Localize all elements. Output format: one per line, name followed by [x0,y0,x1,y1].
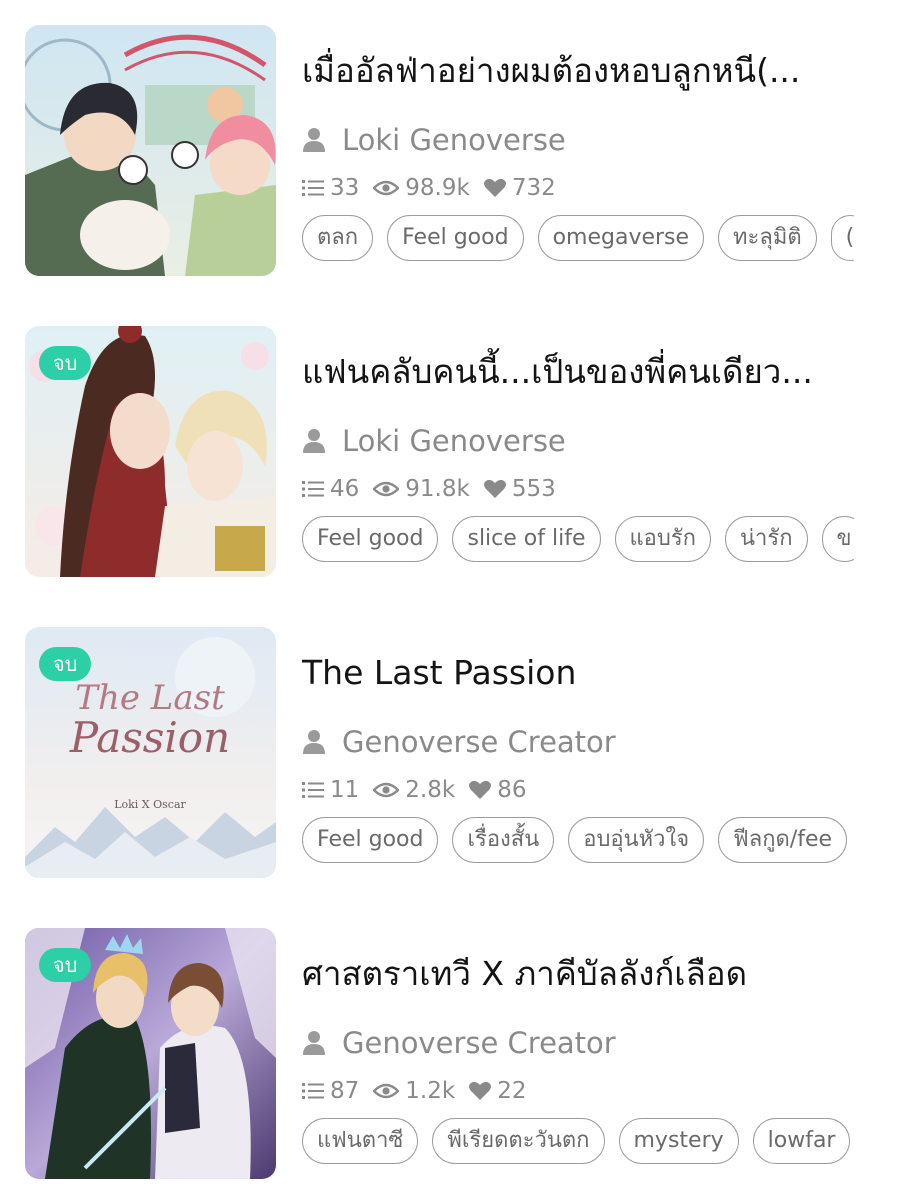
author-name: Loki Genoverse [342,123,566,157]
story-author[interactable]: Loki Genoverse [302,424,566,458]
tag-chip[interactable]: ตลก [302,215,374,261]
chapter-count-value: 46 [330,476,360,502]
tag-chip[interactable]: Feel good [302,817,439,863]
cover-title-line1: The Last [75,678,225,718]
view-count-value: 91.8k [405,476,470,502]
chapter-count-value: 11 [330,777,360,803]
story-stats: 11 2.8k 86 [302,775,540,805]
chapter-count-value: 87 [330,1078,360,1104]
tag-chip[interactable]: พีเรียดตะวันตก [432,1118,605,1164]
cover-subtitle: Loki X Oscar [114,798,186,811]
cover-title-line2: Passion [69,713,230,762]
like-count-value: 553 [511,476,556,502]
story-cover[interactable]: จบ [25,928,276,1179]
story-info: เมื่ออัลฟ่าอย่างผมต้องหอบลูกหนี(... Loki… [302,25,854,285]
chapter-count-value: 33 [330,175,360,201]
story-card[interactable]: เมื่ออัลฟ่าอย่างผมต้องหอบลูกหนี(... Loki… [0,25,904,285]
tag-chip[interactable]: lowfar [752,1118,851,1164]
heart-icon [469,1081,492,1100]
story-list: เมื่ออัลฟ่าอย่างผมต้องหอบลูกหนี(... Loki… [0,0,904,1199]
eye-icon [373,782,400,798]
tag-chip[interactable]: slice of life [452,516,601,562]
tag-chip[interactable]: แอบรัก [614,516,711,562]
eye-icon [373,1083,400,1099]
list-icon [302,481,324,497]
chapter-count: 87 [302,1078,359,1104]
completed-badge: จบ [39,948,92,982]
like-count: 86 [469,777,526,803]
chapter-count: 46 [302,476,359,502]
list-icon [302,782,324,798]
completed-badge: จบ [39,346,92,380]
story-stats: 46 91.8k 553 [302,474,570,504]
tag-chip[interactable]: ฟีลกูด/fee [718,817,848,863]
cover-illustration [25,25,276,276]
story-title[interactable]: The Last Passion [302,649,854,697]
tag-chip[interactable]: ข [821,516,854,562]
chapter-count: 33 [302,175,359,201]
like-count: 553 [483,476,556,502]
story-cover[interactable] [25,25,276,276]
tag-list: Feel good slice of life แอบรัก น่ารัก ข [302,516,854,564]
view-count-value: 98.9k [405,175,470,201]
tag-chip[interactable]: ( [830,215,854,261]
story-info: แฟนคลับคนนี้...เป็นของพี่คนเดียว... Loki… [302,326,854,586]
author-name: Genoverse Creator [342,725,616,759]
story-author[interactable]: Loki Genoverse [302,123,566,157]
person-icon [303,429,325,453]
tag-chip[interactable]: เรื่องสั้น [452,817,555,863]
view-count: 1.2k [373,1078,455,1104]
story-author[interactable]: Genoverse Creator [302,1026,616,1060]
list-icon [302,180,324,196]
story-title[interactable]: ศาสตราเทวี X ภาคีบัลลังก์เลือด [302,950,854,998]
tag-list: แฟนตาซี พีเรียดตะวันตก mystery lowfar [302,1118,854,1166]
list-icon [302,1083,324,1099]
tag-chip[interactable]: อบอุ่นหัวใจ [568,817,705,863]
view-count: 91.8k [373,476,470,502]
story-cover[interactable]: จบ [25,326,276,577]
tag-chip[interactable]: แฟนตาซี [302,1118,419,1164]
like-count-value: 22 [497,1078,527,1104]
tag-chip[interactable]: น่ารัก [725,516,808,562]
story-info: The Last Passion Genoverse Creator 11 2.… [302,627,854,887]
completed-badge: จบ [39,647,92,681]
person-icon [303,1031,325,1055]
chapter-count: 11 [302,777,359,803]
tag-chip[interactable]: Feel good [302,516,439,562]
view-count-value: 2.8k [405,777,456,803]
story-title[interactable]: เมื่ออัลฟ่าอย่างผมต้องหอบลูกหนี(... [302,47,854,95]
eye-icon [373,481,400,497]
tag-chip[interactable]: Feel good [387,215,524,261]
like-count-value: 86 [497,777,527,803]
story-title[interactable]: แฟนคลับคนนี้...เป็นของพี่คนเดียว... [302,348,854,396]
like-count-value: 732 [511,175,556,201]
story-info: ศาสตราเทวี X ภาคีบัลลังก์เลือด Genoverse… [302,928,854,1188]
story-cover[interactable]: The Last Passion Loki X Oscar จบ [25,627,276,878]
person-icon [303,730,325,754]
heart-icon [483,178,506,197]
view-count: 98.9k [373,175,470,201]
heart-icon [469,780,492,799]
story-author[interactable]: Genoverse Creator [302,725,616,759]
story-stats: 87 1.2k 22 [302,1076,540,1106]
eye-icon [373,180,400,196]
tag-chip[interactable]: ทะลุมิติ [718,215,817,261]
like-count: 732 [483,175,556,201]
heart-icon [483,479,506,498]
like-count: 22 [469,1078,526,1104]
author-name: Genoverse Creator [342,1026,616,1060]
tag-list: ตลก Feel good omegaverse ทะลุมิติ ( [302,215,854,263]
view-count-value: 1.2k [405,1078,456,1104]
person-icon [303,128,325,152]
story-card[interactable]: The Last Passion Loki X Oscar จบ The Las… [0,627,904,887]
story-card[interactable]: จบ แฟนคลับคนนี้...เป็นของพี่คนเดียว... L… [0,326,904,586]
tag-chip[interactable]: mystery [618,1118,739,1164]
author-name: Loki Genoverse [342,424,566,458]
story-stats: 33 98.9k 732 [302,173,570,203]
tag-chip[interactable]: omegaverse [537,215,705,261]
view-count: 2.8k [373,777,455,803]
tag-list: Feel good เรื่องสั้น อบอุ่นหัวใจ ฟีลกูด/… [302,817,854,865]
story-card[interactable]: จบ ศาสตราเทวี X ภาคีบัลลังก์เลือด Genove… [0,928,904,1188]
